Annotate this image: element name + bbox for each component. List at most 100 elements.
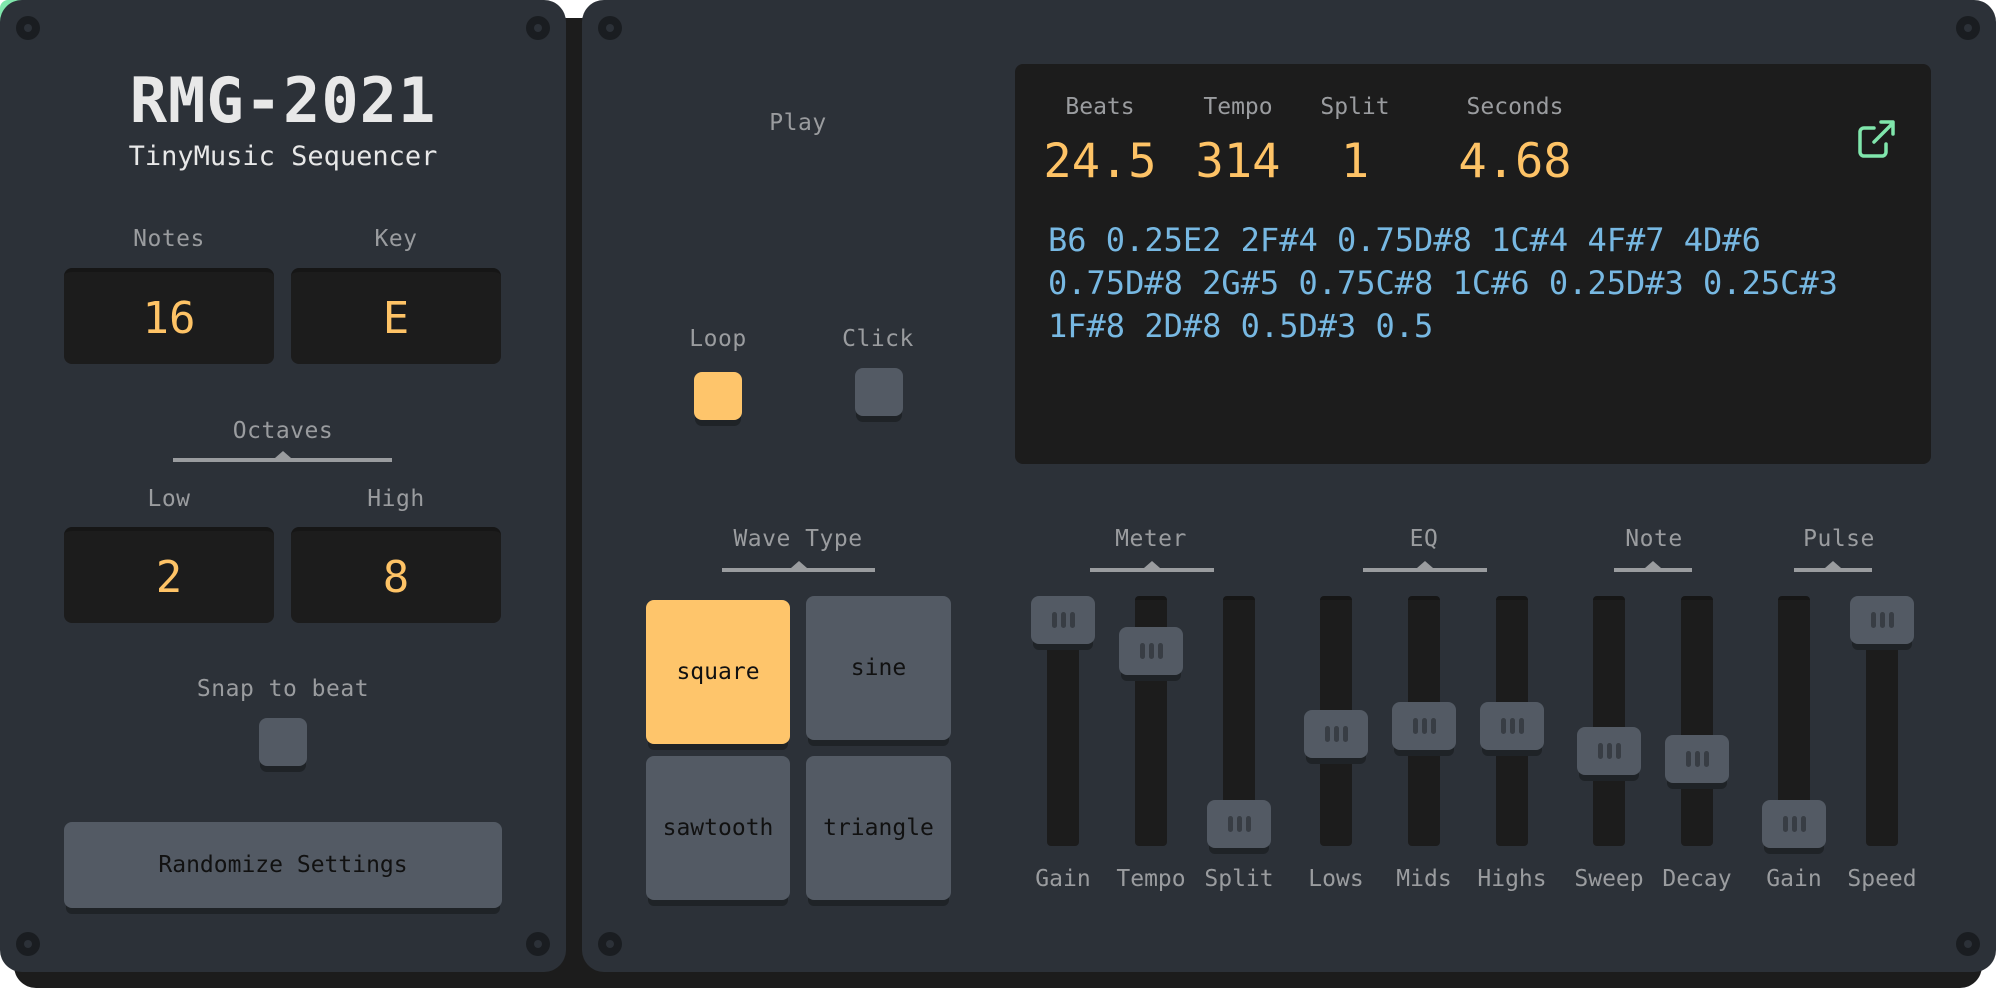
split-label: Split <box>1320 94 1390 120</box>
octaves-group-label: Octaves <box>232 418 334 444</box>
slider-handle[interactable] <box>1480 702 1544 751</box>
eq-lows-slider[interactable] <box>1291 596 1381 846</box>
grip-icon <box>1870 612 1876 628</box>
seconds-value: 4.68 <box>1458 134 1572 189</box>
grip-icon <box>1597 742 1603 759</box>
settings-panel: RMG-2021 TinyMusic Sequencer Notes Key 1… <box>0 0 566 972</box>
grip-icon <box>1606 742 1612 759</box>
grip-icon <box>1157 642 1163 659</box>
meter-split-label: Split <box>1204 866 1274 892</box>
eq-highs-label: Highs <box>1477 866 1547 892</box>
seconds-label: Seconds <box>1466 94 1564 120</box>
grip-icon <box>1227 816 1233 832</box>
slider-track[interactable] <box>1593 596 1625 846</box>
slider-handle[interactable] <box>1119 626 1183 675</box>
wave-sine-button[interactable]: sine <box>806 596 951 740</box>
grip-icon <box>1888 612 1894 628</box>
pulse-gain-slider[interactable] <box>1749 596 1839 848</box>
slider-handle[interactable] <box>1850 596 1914 644</box>
grip-icon <box>1333 726 1339 743</box>
eq-mids-label: Mids <box>1396 866 1452 892</box>
meter-gain-slider[interactable] <box>1018 596 1108 846</box>
grip-icon <box>1421 718 1427 735</box>
grip-icon <box>1694 750 1700 767</box>
low-octave-field[interactable]: 2 <box>64 527 274 623</box>
click-label: Click <box>842 326 914 352</box>
notes-label: Notes <box>133 226 205 252</box>
grip-icon <box>1879 612 1885 628</box>
meter-split-slider[interactable] <box>1194 596 1284 848</box>
grip-icon <box>1800 816 1806 832</box>
screw-icon <box>598 932 622 956</box>
note-decay-slider[interactable] <box>1652 596 1742 846</box>
meter-tempo-label: Tempo <box>1116 866 1186 892</box>
split-value: 1 <box>1340 134 1370 189</box>
grip-icon <box>1500 718 1506 735</box>
note-sweep-slider[interactable] <box>1564 596 1654 846</box>
eq-mids-slider[interactable] <box>1379 596 1469 846</box>
note-sweep-label: Sweep <box>1574 866 1644 892</box>
slider-track[interactable] <box>1681 596 1713 846</box>
grip-icon <box>1430 718 1436 735</box>
sequence-display: Beats 24.5 Tempo 314 Split 1 Seconds 4.6… <box>1015 64 1931 464</box>
eq-highs-slider[interactable] <box>1467 596 1557 846</box>
snap-to-beat-toggle[interactable] <box>259 718 307 766</box>
screw-icon <box>526 932 550 956</box>
wave-sawtooth-button[interactable]: sawtooth <box>646 756 790 900</box>
randomize-settings-button[interactable]: Randomize Settings <box>64 822 502 908</box>
wave-type-label: Wave Type <box>733 526 863 552</box>
grip-icon <box>1615 742 1621 759</box>
screw-icon <box>1956 932 1980 956</box>
note-sequence: B6 0.25E2 2F#4 0.75D#8 1C#4 4F#7 4D#6 0.… <box>1048 219 1888 348</box>
click-toggle[interactable] <box>855 368 903 416</box>
app-subtitle: TinyMusic Sequencer <box>128 141 438 172</box>
screw-icon <box>598 16 622 40</box>
key-label: Key <box>374 226 418 252</box>
sequence-line: 1F#8 2D#8 0.5D#3 0.5 <box>1048 307 1434 345</box>
note-decay-label: Decay <box>1662 866 1732 892</box>
slider-handle[interactable] <box>1207 800 1271 848</box>
grip-icon <box>1148 642 1154 659</box>
slider-handle[interactable] <box>1304 710 1368 759</box>
wave-triangle-button[interactable]: triangle <box>806 756 951 900</box>
pulse-gain-label: Gain <box>1766 866 1822 892</box>
wave-type-divider <box>722 561 875 572</box>
grip-icon <box>1139 642 1145 659</box>
high-octave-field[interactable]: 8 <box>291 527 501 623</box>
grip-icon <box>1412 718 1418 735</box>
slider-handle[interactable] <box>1762 800 1826 848</box>
eq-group-divider <box>1363 561 1487 572</box>
wave-square-button[interactable]: square <box>646 600 790 744</box>
meter-tempo-slider[interactable] <box>1106 596 1196 846</box>
grip-icon <box>1703 750 1709 767</box>
grip-icon <box>1518 718 1524 735</box>
grip-icon <box>1236 816 1242 832</box>
slider-handle[interactable] <box>1031 596 1095 644</box>
meter-gain-label: Gain <box>1035 866 1091 892</box>
slider-handle[interactable] <box>1392 702 1456 751</box>
screw-icon <box>1956 16 1980 40</box>
loop-label: Loop <box>689 326 747 352</box>
grip-icon <box>1060 612 1066 628</box>
slider-handle[interactable] <box>1665 734 1729 783</box>
meter-group-label: Meter <box>1115 526 1187 552</box>
tempo-value: 314 <box>1195 134 1281 189</box>
low-octave-label: Low <box>147 486 191 512</box>
slider-handle[interactable] <box>1577 726 1641 775</box>
pulse-speed-slider[interactable] <box>1837 596 1927 846</box>
beats-label: Beats <box>1065 94 1135 120</box>
eq-lows-label: Lows <box>1308 866 1364 892</box>
grip-icon <box>1342 726 1348 743</box>
play-label: Play <box>769 110 827 136</box>
key-field[interactable]: E <box>291 268 501 364</box>
external-link-icon[interactable] <box>1854 116 1902 164</box>
sequence-line: 0.75D#8 2G#5 0.75C#8 1C#6 0.25D#3 0.25C#… <box>1048 264 1838 302</box>
tempo-label: Tempo <box>1203 94 1273 120</box>
app-title: RMG-2021 <box>129 64 437 137</box>
pulse-group-label: Pulse <box>1803 526 1875 552</box>
high-octave-label: High <box>367 486 425 512</box>
grip-icon <box>1782 816 1788 832</box>
loop-toggle[interactable] <box>694 372 742 420</box>
notes-field[interactable]: 16 <box>64 268 274 364</box>
beats-value: 24.5 <box>1043 134 1157 189</box>
